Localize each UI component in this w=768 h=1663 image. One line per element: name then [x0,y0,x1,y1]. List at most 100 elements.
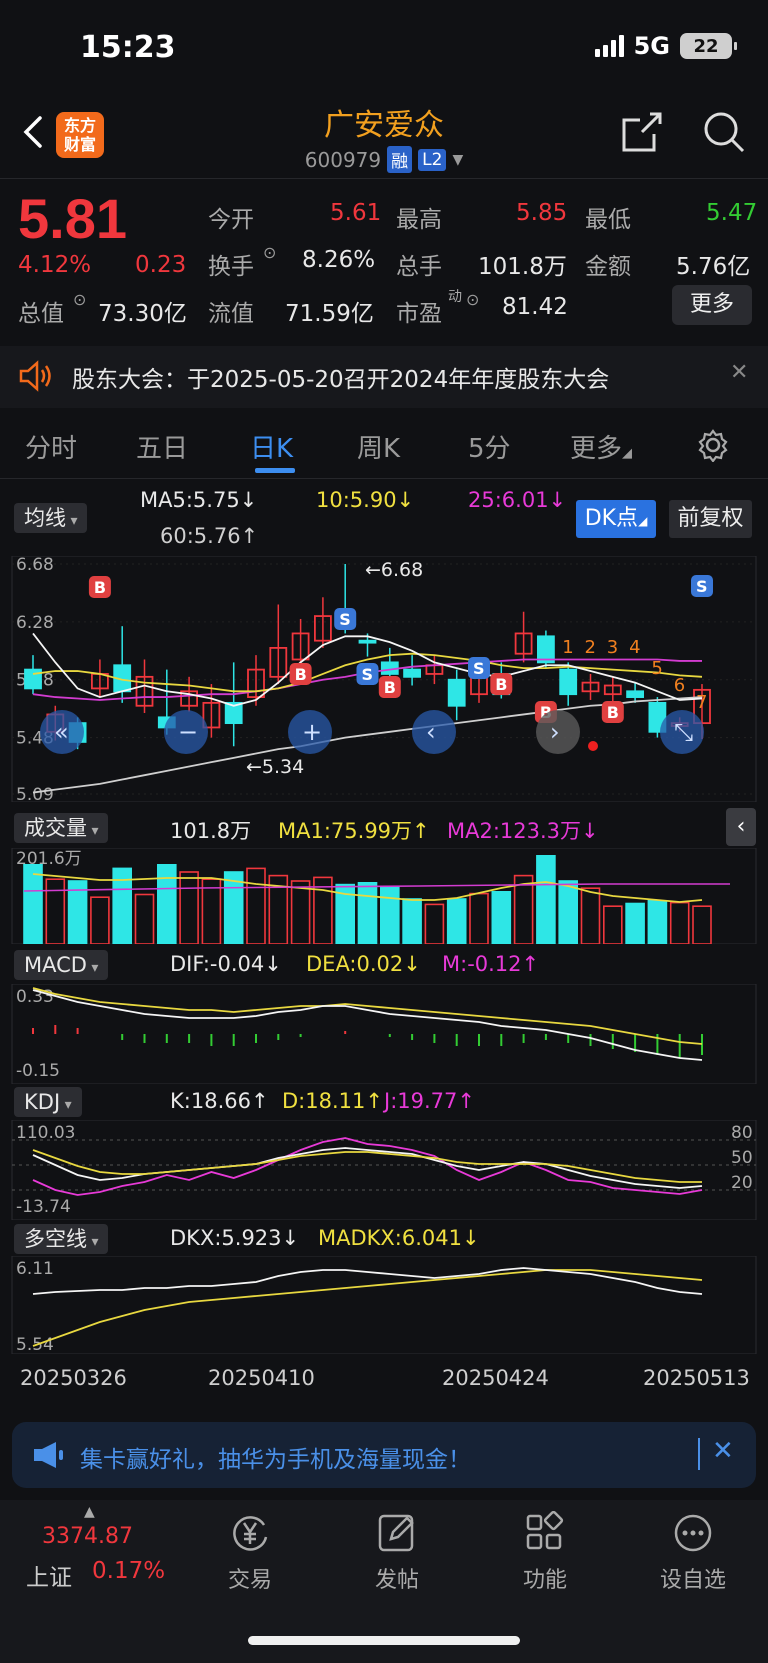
grid-apps-icon [526,1511,564,1550]
signal-number: 2 [585,637,596,658]
madkx-value: MADKX:6.041↓ [318,1226,480,1250]
turnover-value: 8.26% [302,247,376,273]
dkx-chart: 6.11 5.54 [11,1256,757,1354]
volume-bar [357,881,378,944]
tab-daily-k[interactable]: 日K [250,428,293,465]
period-high-label: ←6.68 [365,559,423,581]
period-low-label: ←5.34 [246,756,304,778]
volume-bar [201,878,222,944]
tab-weekly-k[interactable]: 周K [357,428,400,465]
tab-5min[interactable]: 5分 [468,428,511,465]
float-value: 71.59亿 [285,301,374,327]
settings-gear-icon[interactable] [696,428,730,462]
float-label: 流值 [208,301,254,327]
dkx-value: DKX:5.923↓ [170,1226,300,1250]
tab-intraday[interactable]: 分时 [25,428,77,465]
open-value: 5.61 [330,200,382,226]
nav-watchlist[interactable]: 设自选 [648,1510,738,1594]
dk-point-button[interactable]: DK点◢ [576,500,656,538]
yen-exchange-icon [233,1516,268,1551]
buy-signal-text: B [607,703,619,722]
index-percent[interactable]: 0.17% [92,1558,165,1584]
sell-signal-text: S [339,610,351,629]
volume-value: 101.8万 [170,819,252,843]
macd-dif: DIF:-0.04↓ [170,952,282,976]
kdj-bottom-label: -13.74 [16,1197,71,1217]
signal-number: 4 [629,637,640,658]
tab-five-day[interactable]: 五日 [136,428,188,465]
mcap-value: 73.30亿 [98,301,187,327]
adjust-button[interactable]: 前复权 [669,500,752,538]
index-name[interactable]: 上证 [26,1558,72,1592]
high-value: 5.85 [516,200,568,226]
volume-bar [446,898,467,944]
macd-bottom-label: -0.15 [16,1061,60,1081]
macd-dea-line [32,987,703,1045]
volume-bar [246,867,266,944]
close-icon[interactable]: ✕ [712,1436,734,1466]
volume-selector[interactable]: 成交量 [14,813,109,843]
signal-number: 3 [607,637,618,658]
macd-selector[interactable]: MACD [14,950,109,980]
candlestick-chart[interactable]: 6.686.285.885.485.09 BBBBBBSSSS1234567 ←… [0,556,768,802]
close-icon[interactable]: ✕ [730,360,748,385]
candle [559,668,578,696]
signal-icon [594,35,624,57]
change-amount: 0.23 [135,252,187,278]
more-button[interactable]: 更多 [672,285,752,325]
pe-value: 81.42 [502,294,568,320]
chart-nav-icon: + [302,718,322,746]
dkx-selector[interactable]: 多空线 [14,1224,109,1254]
collapse-arrow-icon[interactable]: ‹ [726,808,756,846]
tab-more[interactable]: 更多◢ [570,428,632,465]
volume-bar [692,905,712,944]
kdj-chart: 110.03 -13.74 80 50 20 [11,1120,757,1220]
search-icon[interactable] [702,110,746,154]
margin-tag: 融 [387,146,413,173]
info-icon[interactable]: ⊙ [73,290,86,309]
nav-post[interactable]: 发帖 [352,1510,442,1594]
sell-signal-text: S [696,577,708,596]
date-label: 20250424 [442,1366,549,1390]
high-label: 最高 [396,207,442,233]
low-value: 5.47 [706,200,758,226]
macd-dif-line [32,989,703,1061]
ma-selector[interactable]: 均线 [14,503,88,533]
volume-chart: 201.6万 [11,848,757,944]
volume-value: 101.8万 [478,254,567,280]
date-label: 20250410 [208,1366,315,1390]
chevron-down-icon: ▼ [452,151,464,168]
volume-bar [491,890,512,944]
kdj-80-label: 80 [731,1123,753,1143]
chart-nav-icon: − [178,718,198,746]
kdj-k-line [32,1147,703,1189]
signal-number: 7 [696,692,707,713]
l2-tag: L2 [418,148,447,171]
volume-bar [558,880,579,944]
notice-text[interactable]: 股东大会：于2025-05-20召开2024年年度股东大会 [72,360,609,394]
change-percent: 4.12% [18,252,92,278]
info-icon[interactable]: ⊙ [263,243,276,262]
kdj-top-label: 110.03 [16,1123,75,1143]
info-icon[interactable]: ⊙ [466,290,479,309]
nav-functions[interactable]: 功能 [500,1510,590,1594]
index-value[interactable]: 3374.87 [42,1524,133,1549]
share-icon[interactable] [620,110,664,154]
banner-divider [698,1438,700,1470]
macd-dea: DEA:0.02↓ [306,952,421,976]
candle [358,639,377,644]
ma60-line [32,696,703,794]
last-price: 5.81 [18,187,127,250]
network-label: 5G [633,32,670,60]
mcap-label: 总值 [18,301,64,327]
date-label: 20250326 [20,1366,127,1390]
volume-bar [134,893,155,944]
ma60-value: 60:5.76↑ [160,524,259,548]
signal-number: 1 [562,637,573,658]
nav-trade[interactable]: 交易 [205,1510,295,1594]
sell-signal-text: S [362,665,374,684]
dkx-top-label: 6.11 [16,1259,54,1279]
kdj-selector[interactable]: KDJ [14,1087,82,1117]
promo-text[interactable]: 集卡赢好礼，抽华为手机及海量现金！ [80,1440,471,1474]
date-label: 20250513 [643,1366,750,1390]
